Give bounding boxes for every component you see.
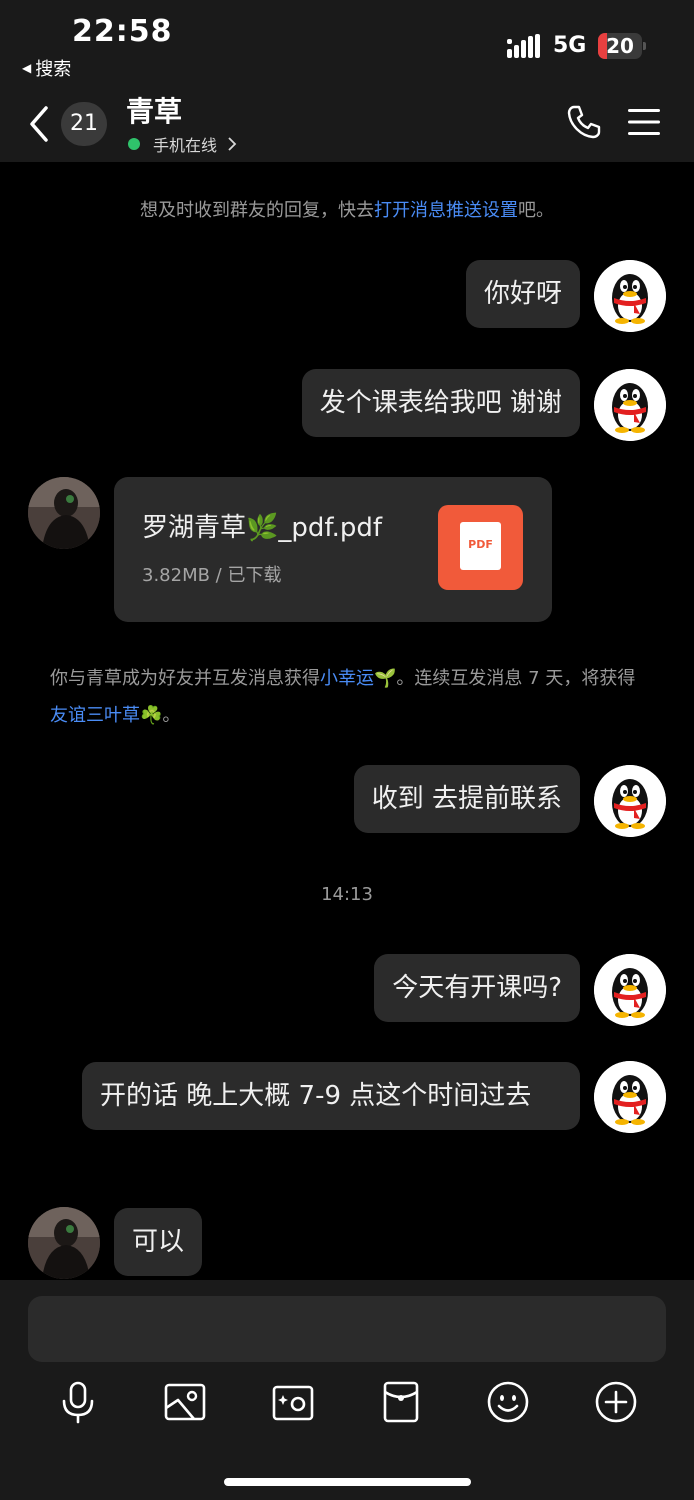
my-avatar[interactable] <box>594 954 666 1026</box>
message-bubble-outgoing[interactable]: 开的话 晚上大概 7-9 点这个时间过去 <box>82 1062 580 1130</box>
signal-icon <box>507 34 540 58</box>
status-time: 22:58 <box>72 14 173 49</box>
battery-indicator: 20 <box>598 33 642 59</box>
battery-level: 20 <box>606 34 634 58</box>
emoji-icon[interactable] <box>484 1378 532 1426</box>
file-name: 罗湖青草🌿_pdf.pdf <box>142 513 383 543</box>
my-avatar[interactable] <box>594 369 666 441</box>
friend-photo-avatar <box>28 477 100 549</box>
back-chevron-icon[interactable] <box>24 104 54 144</box>
chevron-right-icon <box>228 137 237 151</box>
system-message-part: 。 <box>162 705 181 726</box>
penguin-avatar-icon <box>594 765 666 837</box>
unread-count-badge[interactable]: 21 <box>61 102 107 146</box>
system-message: 你与青草成为好友并互发消息获得小幸运🌱。连续互发消息 7 天，将获得友谊三叶草☘… <box>50 660 650 734</box>
menu-icon[interactable] <box>628 108 660 136</box>
file-message-card[interactable]: 罗湖青草🌿_pdf.pdf 3.82MB / 已下载 PDF <box>114 477 552 622</box>
pdf-file-icon: PDF <box>438 505 523 590</box>
network-label: 5G <box>553 33 587 58</box>
message-input[interactable] <box>28 1296 666 1362</box>
message-bubble-incoming[interactable]: 可以 <box>114 1208 203 1276</box>
push-notice: 想及时收到群友的回复，快去打开消息推送设置吧。 <box>0 196 694 222</box>
friend-avatar[interactable] <box>28 477 100 549</box>
red-packet-icon[interactable] <box>377 1378 425 1426</box>
input-area <box>0 1280 694 1500</box>
penguin-avatar-icon <box>594 260 666 332</box>
my-avatar[interactable] <box>594 765 666 837</box>
message-bubble-outgoing[interactable]: 今天有开课吗? <box>374 954 580 1022</box>
battery-tip <box>643 42 646 50</box>
friendship-clover-link[interactable]: 友谊三叶草☘️ <box>50 705 162 726</box>
message-bubble-outgoing[interactable]: 收到 去提前联系 <box>353 765 580 833</box>
friend-photo-avatar <box>28 1207 100 1279</box>
online-dot-icon <box>128 138 140 150</box>
image-icon[interactable] <box>161 1378 209 1426</box>
message-bubble-outgoing[interactable]: 你好呀 <box>465 260 580 328</box>
phone-icon[interactable] <box>566 104 602 140</box>
message-timestamp: 14:13 <box>321 884 373 905</box>
camera-icon[interactable] <box>269 1378 317 1426</box>
contact-name[interactable]: 青草 <box>126 90 182 130</box>
push-notice-prefix: 想及时收到群友的回复，快去 <box>140 200 374 221</box>
penguin-avatar-icon <box>594 954 666 1026</box>
penguin-avatar-icon <box>594 369 666 441</box>
microphone-icon[interactable] <box>54 1378 102 1426</box>
my-avatar[interactable] <box>594 1061 666 1133</box>
chat-header: 21 青草 手机在线 <box>0 84 694 162</box>
back-app-label: 搜索 <box>35 59 72 80</box>
online-status[interactable]: 手机在线 <box>128 132 237 156</box>
system-message-part: 你与青草成为好友并互发消息获得 <box>50 668 320 689</box>
lucky-badge-link[interactable]: 小幸运🌱 <box>320 668 396 689</box>
home-indicator[interactable] <box>224 1478 471 1486</box>
pdf-type-label: PDF <box>468 538 493 551</box>
plus-icon[interactable] <box>592 1378 640 1426</box>
file-meta: 3.82MB / 已下载 <box>142 565 282 586</box>
back-triangle-icon: ◀ <box>22 61 32 75</box>
system-message-part: 。连续互发消息 7 天，将获得 <box>396 668 636 689</box>
push-notice-suffix: 吧。 <box>518 200 554 221</box>
penguin-avatar-icon <box>594 1061 666 1133</box>
friend-avatar[interactable] <box>28 1207 100 1279</box>
my-avatar[interactable] <box>594 260 666 332</box>
online-status-label: 手机在线 <box>153 136 218 155</box>
status-bar: 22:58 ◀ 搜索 5G 20 <box>0 0 694 84</box>
push-settings-link[interactable]: 打开消息推送设置 <box>374 200 518 221</box>
back-to-app-button[interactable]: ◀ 搜索 <box>22 55 71 81</box>
message-bubble-outgoing[interactable]: 发个课表给我吧 谢谢 <box>301 369 580 437</box>
